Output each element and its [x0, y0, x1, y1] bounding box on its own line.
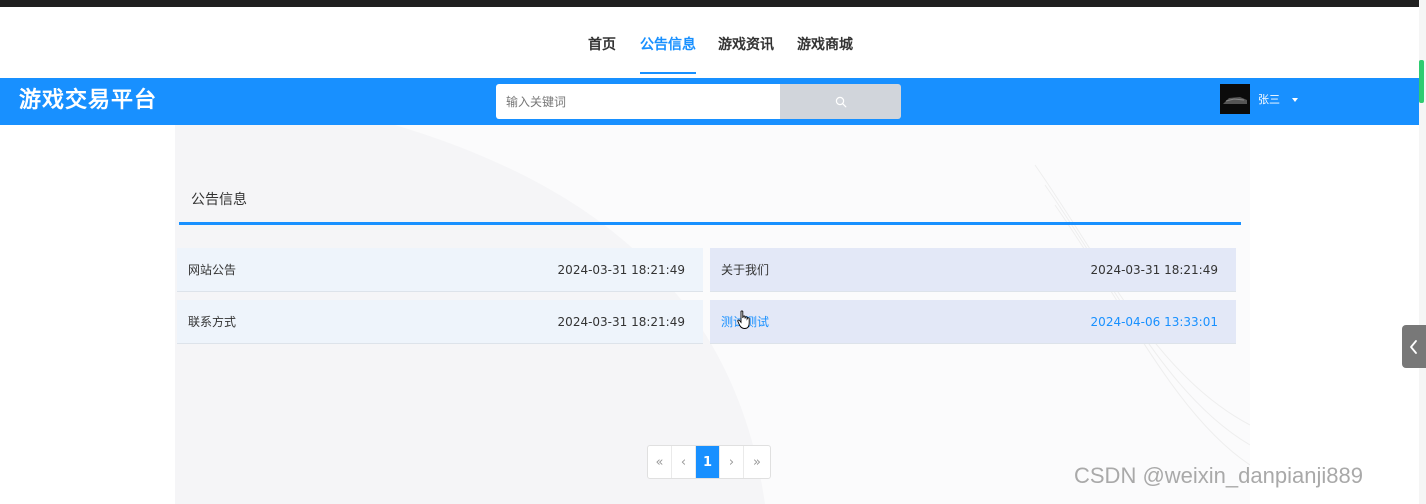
avatar-image [1220, 84, 1250, 114]
notice-time: 2024-04-06 13:33:01 [1090, 315, 1218, 329]
nav-active-underline [640, 72, 696, 74]
nav-game-mall[interactable]: 游戏商城 [797, 35, 853, 55]
notice-item[interactable]: 网站公告 2024-03-31 18:21:49 [177, 248, 703, 292]
section-divider [179, 222, 1241, 225]
site-logo[interactable]: 游戏交易平台 [19, 87, 157, 115]
notice-title: 网站公告 [188, 263, 237, 277]
search-input[interactable] [496, 84, 780, 119]
first-page-button[interactable]: « [648, 446, 672, 478]
pagination: « ‹ 1 › » [647, 445, 771, 479]
watermark: CSDN @weixin_danpianji889 [1074, 463, 1363, 488]
scrollbar-thumb[interactable] [1419, 60, 1424, 103]
nav-home[interactable]: 首页 [588, 35, 616, 55]
notice-time: 2024-03-31 18:21:49 [557, 315, 685, 329]
notice-title: 关于我们 [721, 263, 770, 277]
notice-item[interactable]: 关于我们 2024-03-31 18:21:49 [710, 248, 1236, 292]
section-title: 公告信息 [191, 192, 247, 208]
notice-item[interactable]: 联系方式 2024-03-31 18:21:49 [177, 300, 703, 344]
avatar[interactable] [1220, 84, 1250, 114]
hand-cursor-icon [737, 310, 750, 329]
caret-down-icon[interactable] [1292, 98, 1298, 102]
search-icon [835, 96, 846, 107]
top-nav: 首页 公告信息 游戏资讯 游戏商城 [0, 7, 1426, 78]
side-panel-toggle[interactable] [1402, 325, 1426, 368]
nav-game-news[interactable]: 游戏资讯 [718, 35, 774, 55]
user-name[interactable]: 张三 [1258, 93, 1280, 107]
notice-title: 联系方式 [188, 315, 237, 329]
next-page-button[interactable]: › [720, 446, 744, 478]
nav-notices[interactable]: 公告信息 [640, 35, 696, 55]
header-bar: 游戏交易平台 张三 [0, 78, 1426, 125]
notice-time: 2024-03-31 18:21:49 [1090, 263, 1218, 277]
window-top-strip [0, 0, 1426, 7]
page-1-button[interactable]: 1 [696, 446, 720, 478]
last-page-button[interactable]: » [744, 446, 770, 478]
notice-time: 2024-03-31 18:21:49 [557, 263, 685, 277]
prev-page-button[interactable]: ‹ [672, 446, 696, 478]
search-button[interactable] [780, 84, 901, 119]
notice-item[interactable]: 测试测试 2024-04-06 13:33:01 [710, 300, 1236, 344]
chevron-left-icon [1410, 339, 1417, 354]
